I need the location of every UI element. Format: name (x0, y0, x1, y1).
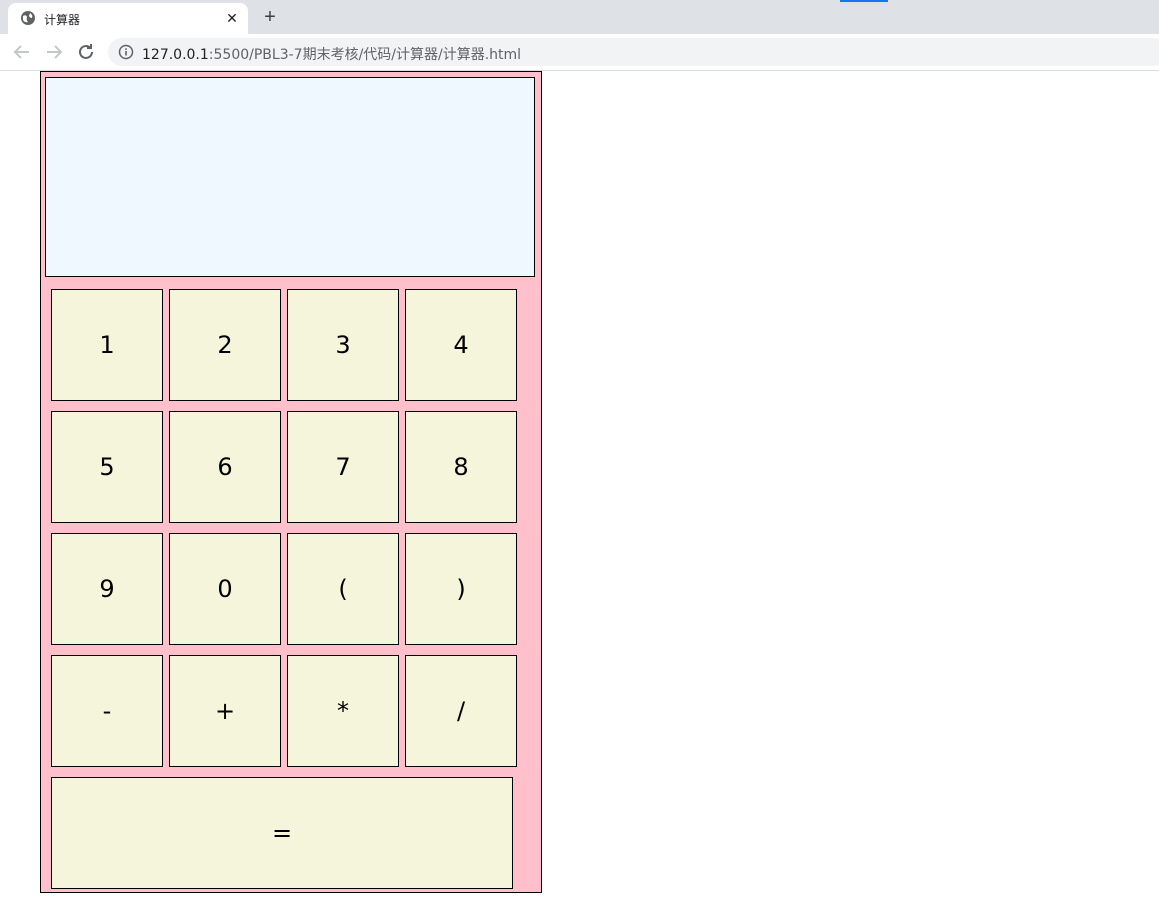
calculator: 1 2 3 4 5 6 7 8 9 0 ( ) - + * / = (40, 71, 542, 893)
address-bar[interactable]: 127.0.0.1:5500/PBL3-7期末考核/代码/计算器/计算器.htm… (108, 38, 1159, 66)
key-multiply[interactable]: * (287, 655, 399, 767)
key-0[interactable]: 0 (169, 533, 281, 645)
key-3[interactable]: 3 (287, 289, 399, 401)
key-2[interactable]: 2 (169, 289, 281, 401)
key-4[interactable]: 4 (405, 289, 517, 401)
new-tab-button[interactable]: + (258, 5, 282, 29)
key-1[interactable]: 1 (51, 289, 163, 401)
url-path: :5500/PBL3-7期末考核/代码/计算器/计算器.html (208, 47, 522, 63)
browser-tab[interactable]: 计算器 ✕ (8, 3, 248, 34)
back-arrow-icon[interactable] (10, 40, 34, 64)
key-divide[interactable]: / (405, 655, 517, 767)
reload-icon[interactable] (74, 40, 98, 64)
key-minus[interactable]: - (51, 655, 163, 767)
forward-arrow-icon[interactable] (42, 40, 66, 64)
key-close-paren[interactable]: ) (405, 533, 517, 645)
key-open-paren[interactable]: ( (287, 533, 399, 645)
tab-title: 计算器 (44, 13, 81, 27)
key-8[interactable]: 8 (405, 411, 517, 523)
tab-strip: 计算器 ✕ + (0, 0, 1159, 34)
tab-strip-accent (840, 0, 888, 2)
close-tab-icon[interactable]: ✕ (224, 10, 240, 26)
url-text: 127.0.0.1:5500/PBL3-7期末考核/代码/计算器/计算器.htm… (142, 44, 521, 64)
key-9[interactable]: 9 (51, 533, 163, 645)
key-equals[interactable]: = (51, 777, 513, 889)
browser-toolbar: 127.0.0.1:5500/PBL3-7期末考核/代码/计算器/计算器.htm… (0, 34, 1159, 71)
key-plus[interactable]: + (169, 655, 281, 767)
info-icon[interactable] (118, 44, 134, 60)
calculator-display (45, 77, 535, 277)
key-6[interactable]: 6 (169, 411, 281, 523)
globe-icon (21, 11, 35, 25)
key-5[interactable]: 5 (51, 411, 163, 523)
url-host: 127.0.0.1 (142, 47, 209, 63)
key-7[interactable]: 7 (287, 411, 399, 523)
